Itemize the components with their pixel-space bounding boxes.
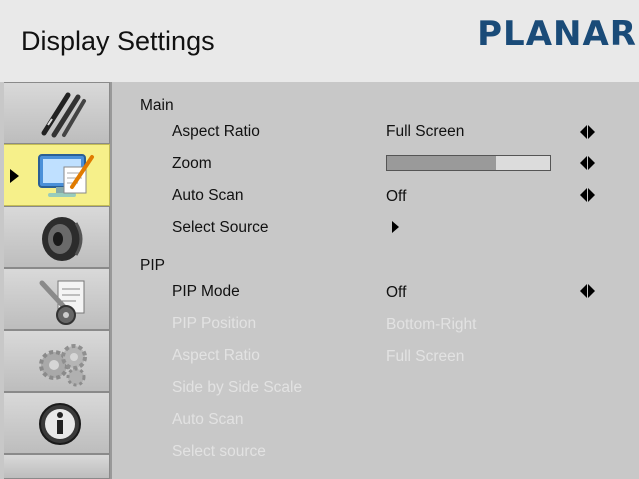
- zoom-slider-fill: [387, 156, 497, 170]
- auto-scan-label[interactable]: Auto Scan: [172, 187, 244, 205]
- page-title: Display Settings: [21, 26, 215, 56]
- settings-panel: Main Aspect Ratio Full Screen Zoom Auto …: [110, 82, 639, 479]
- pip-aspect-ratio-value: Full Screen: [386, 348, 465, 365]
- pip-select-source-label: Select source: [172, 443, 266, 460]
- pip-mode-label[interactable]: PIP Mode: [172, 283, 240, 301]
- monitor-icon: [38, 154, 94, 197]
- tab-setup[interactable]: [4, 268, 110, 330]
- tab-audio[interactable]: [4, 206, 110, 268]
- tab-empty: [4, 454, 110, 479]
- sidebar: [4, 82, 110, 479]
- selected-pointer-icon: [10, 169, 19, 183]
- pip-position-label: PIP Position: [172, 315, 257, 332]
- speaker-icon: [42, 217, 83, 261]
- left-right-arrow-icon[interactable]: [580, 156, 596, 170]
- section-pip: PIP: [140, 257, 165, 274]
- left-right-arrow-icon[interactable]: [580, 188, 596, 202]
- header: Display Settings PLANAR: [0, 0, 639, 82]
- info-icon: [39, 403, 81, 445]
- zoom-slider[interactable]: [386, 155, 551, 171]
- aspect-ratio-value[interactable]: Full Screen: [386, 123, 464, 141]
- side-by-side-scale-label: Side by Side Scale: [172, 379, 303, 396]
- brand-logo: PLANAR: [477, 14, 637, 54]
- select-source-label[interactable]: Select Source: [172, 219, 269, 237]
- wrench-gear-icon: [39, 280, 85, 325]
- pip-mode-value[interactable]: Off: [386, 284, 406, 302]
- section-main: Main: [140, 97, 174, 114]
- tab-display[interactable]: [4, 144, 110, 206]
- pens-icon: [41, 92, 86, 138]
- zoom-label[interactable]: Zoom: [172, 155, 212, 173]
- tab-info[interactable]: [4, 392, 110, 454]
- pip-aspect-ratio-label: Aspect Ratio: [172, 347, 260, 364]
- aspect-ratio-label[interactable]: Aspect Ratio: [172, 123, 260, 141]
- pip-auto-scan-label: Auto Scan: [172, 411, 244, 428]
- tab-advanced[interactable]: [4, 330, 110, 392]
- left-right-arrow-icon[interactable]: [580, 284, 596, 298]
- tab-tools[interactable]: [4, 82, 110, 144]
- auto-scan-value[interactable]: Off: [386, 188, 406, 206]
- pip-position-value: Bottom-Right: [386, 316, 477, 333]
- osd-menu: Display Settings PLANAR Main Aspect Rati…: [0, 0, 639, 479]
- submenu-arrow-icon[interactable]: [392, 221, 399, 233]
- left-right-arrow-icon[interactable]: [580, 125, 596, 139]
- gears-icon: [39, 344, 87, 387]
